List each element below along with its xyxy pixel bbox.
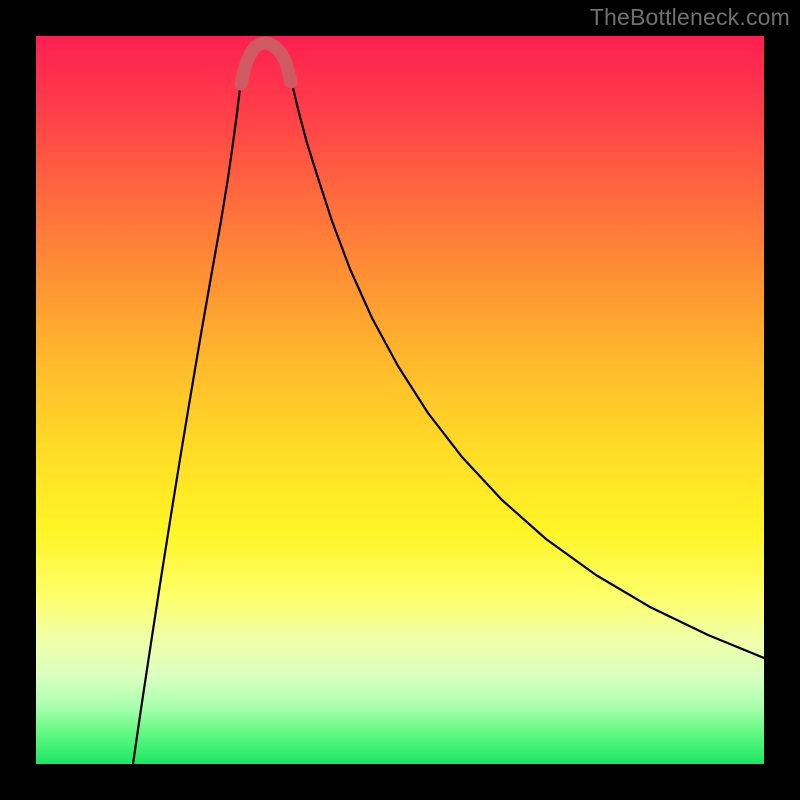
outer-frame: TheBottleneck.com	[0, 0, 800, 800]
chart-plot-area	[36, 36, 764, 764]
chart-valley-marker	[241, 43, 291, 84]
chart-left-curve	[133, 64, 243, 764]
chart-curve-layer	[36, 36, 764, 764]
watermark-text: TheBottleneck.com	[590, 4, 790, 31]
chart-right-curve	[288, 64, 764, 658]
